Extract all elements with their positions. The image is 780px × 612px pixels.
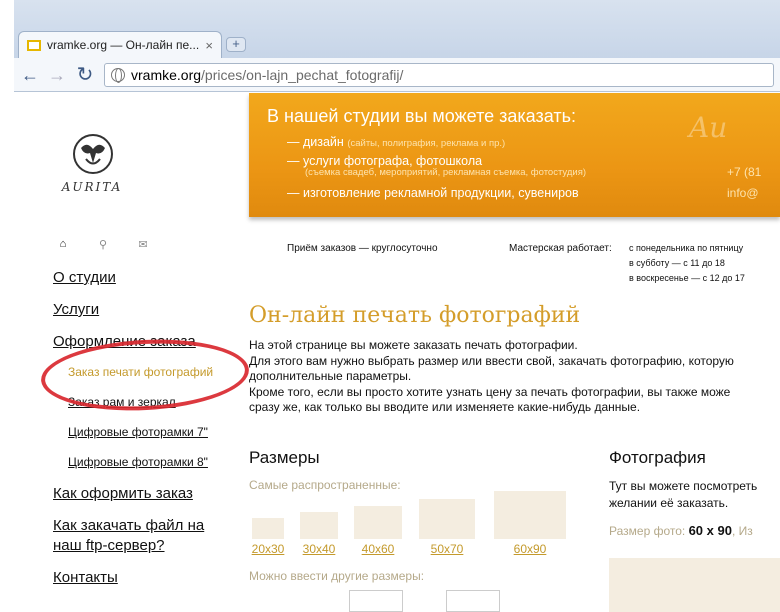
size-thumb-30x40[interactable]: [300, 512, 338, 539]
photo-size-tail: , Из: [731, 524, 753, 538]
tab-title: vramke.org — Он-лайн пе...: [47, 38, 200, 52]
size-link-40x60[interactable]: 40х60: [356, 542, 400, 556]
nav-sub-frames8[interactable]: Цифровые фоторамки 8": [68, 454, 243, 470]
photo-heading: Фотография: [609, 448, 706, 467]
banner-deco-logo: Au: [689, 111, 728, 144]
size-link-50x70[interactable]: 50х70: [425, 542, 469, 556]
tab-close-icon[interactable]: ×: [205, 38, 213, 53]
size-link-60x90[interactable]: 60х90: [508, 542, 552, 556]
hours-weekdays: с понедельника по пятницу: [629, 243, 744, 253]
nav-ftp-line2[interactable]: наш ftp-сервер?: [53, 536, 243, 556]
custom-size-label: Можно ввести другие размеры:: [249, 569, 425, 583]
banner-title: В нашей студии вы можете заказать:: [267, 106, 576, 126]
workshop-label: Мастерская работает:: [509, 243, 612, 254]
nav-about[interactable]: О студии: [53, 268, 243, 288]
photo-text: Тут вы можете посмотреть желании её зака…: [609, 478, 780, 512]
address-bar[interactable]: vramke.org/prices/on-lajn_pechat_fotogra…: [104, 63, 774, 87]
photo-text-line2: желании её заказать.: [609, 496, 729, 510]
page-content: AURITA ⌂ ⚲ ✉ О студии Услуги Оформление …: [14, 93, 780, 612]
size-link-20x30[interactable]: 20х30: [248, 542, 288, 556]
size-link-30x40[interactable]: 30х40: [298, 542, 340, 556]
url-path: /prices/on-lajn_pechat_fotografij/: [201, 67, 404, 83]
favicon-icon: [27, 39, 41, 51]
mail-icon[interactable]: ✉: [136, 238, 150, 251]
reload-icon[interactable]: ↻: [74, 64, 96, 86]
photo-size: Размер фото: 60 х 90, Из: [609, 523, 780, 538]
new-tab-button[interactable]: +: [226, 37, 246, 52]
photo-preview: [609, 558, 780, 612]
page-title: Он-лайн печать фотографий: [249, 303, 581, 328]
globe-icon: [111, 68, 125, 83]
banner-phone: +7 (81: [727, 165, 762, 179]
size-thumb-60x90[interactable]: [494, 491, 566, 539]
nav-contacts[interactable]: Контакты: [53, 568, 243, 588]
nav-how-to-order[interactable]: Как оформить заказ: [53, 484, 243, 504]
custom-width-input[interactable]: [349, 590, 403, 612]
banner-mail: info@: [727, 186, 759, 200]
intro-line4: Кроме того, если вы просто хотите узнать…: [249, 384, 731, 399]
home-icon[interactable]: ⌂: [56, 238, 70, 251]
workshop-hours: с понедельника по пятницу в субботу — с …: [629, 241, 745, 286]
banner-line2-note: (съемка свадеб, мероприятий, рекламная с…: [305, 167, 587, 178]
custom-height-input[interactable]: [446, 590, 500, 612]
banner-line3: — изготовление рекламной продукции, суве…: [287, 186, 579, 200]
quick-icons: ⌂ ⚲ ✉: [56, 238, 150, 251]
url-host: vramke.org: [131, 67, 202, 83]
search-icon[interactable]: ⚲: [96, 238, 110, 251]
hours-saturday: в субботу — с 11 до 18: [629, 258, 725, 268]
side-navigation: О студии Услуги Оформление заказа Заказ …: [53, 268, 243, 600]
hours-sunday: в воскресенье — с 12 до 17: [629, 273, 745, 283]
intro-line5: сразу же, как только вы вводите или изме…: [249, 400, 641, 414]
logo-mark-icon: [73, 134, 113, 174]
promo-banner: В нашей студии вы можете заказать: — диз…: [249, 93, 780, 217]
back-arrow-icon[interactable]: ←: [19, 64, 41, 86]
nav-ftp-line1[interactable]: Как закачать файл на: [53, 516, 243, 536]
photo-text-line1: Тут вы можете посмотреть: [609, 479, 758, 493]
forward-arrow-icon[interactable]: →: [46, 64, 68, 86]
banner-line2: — услуги фотографа, фотошкола: [287, 154, 483, 168]
intro-line2: Для этого вам нужно выбрать размер или в…: [249, 353, 734, 368]
site-logo[interactable]: AURITA: [52, 133, 132, 208]
sizes-popular-label: Самые распространенные:: [249, 478, 401, 492]
logo-text: AURITA: [61, 180, 123, 194]
banner-line1-note: (сайты, полиграфия, реклама и пр.): [347, 138, 506, 149]
intro-line1: На этой странице вы можете заказать печа…: [249, 338, 578, 352]
nav-sub-frames7[interactable]: Цифровые фоторамки 7": [68, 424, 243, 440]
size-thumb-20x30[interactable]: [252, 518, 284, 539]
photo-size-value: 60 х 90: [688, 523, 732, 538]
sizes-heading: Размеры: [249, 448, 320, 467]
intro-line3: дополнительные параметры.: [249, 369, 412, 383]
size-thumb-50x70[interactable]: [419, 499, 475, 539]
size-thumb-40x60[interactable]: [354, 506, 402, 539]
photo-size-label: Размер фото:: [609, 524, 686, 538]
browser-tab[interactable]: vramke.org — Он-лайн пе... ×: [18, 31, 222, 58]
nav-services[interactable]: Услуги: [53, 300, 243, 320]
orders-info: Приём заказов — круглосуточно: [287, 243, 438, 254]
browser-toolbar: ← → ↻ vramke.org/prices/on-lajn_pechat_f…: [14, 58, 780, 92]
intro-text: На этой странице вы можете заказать печа…: [249, 338, 780, 416]
banner-line1: — дизайн: [287, 135, 344, 149]
banner-line-design: — дизайн (сайты, полиграфия, реклама и п…: [287, 135, 505, 149]
